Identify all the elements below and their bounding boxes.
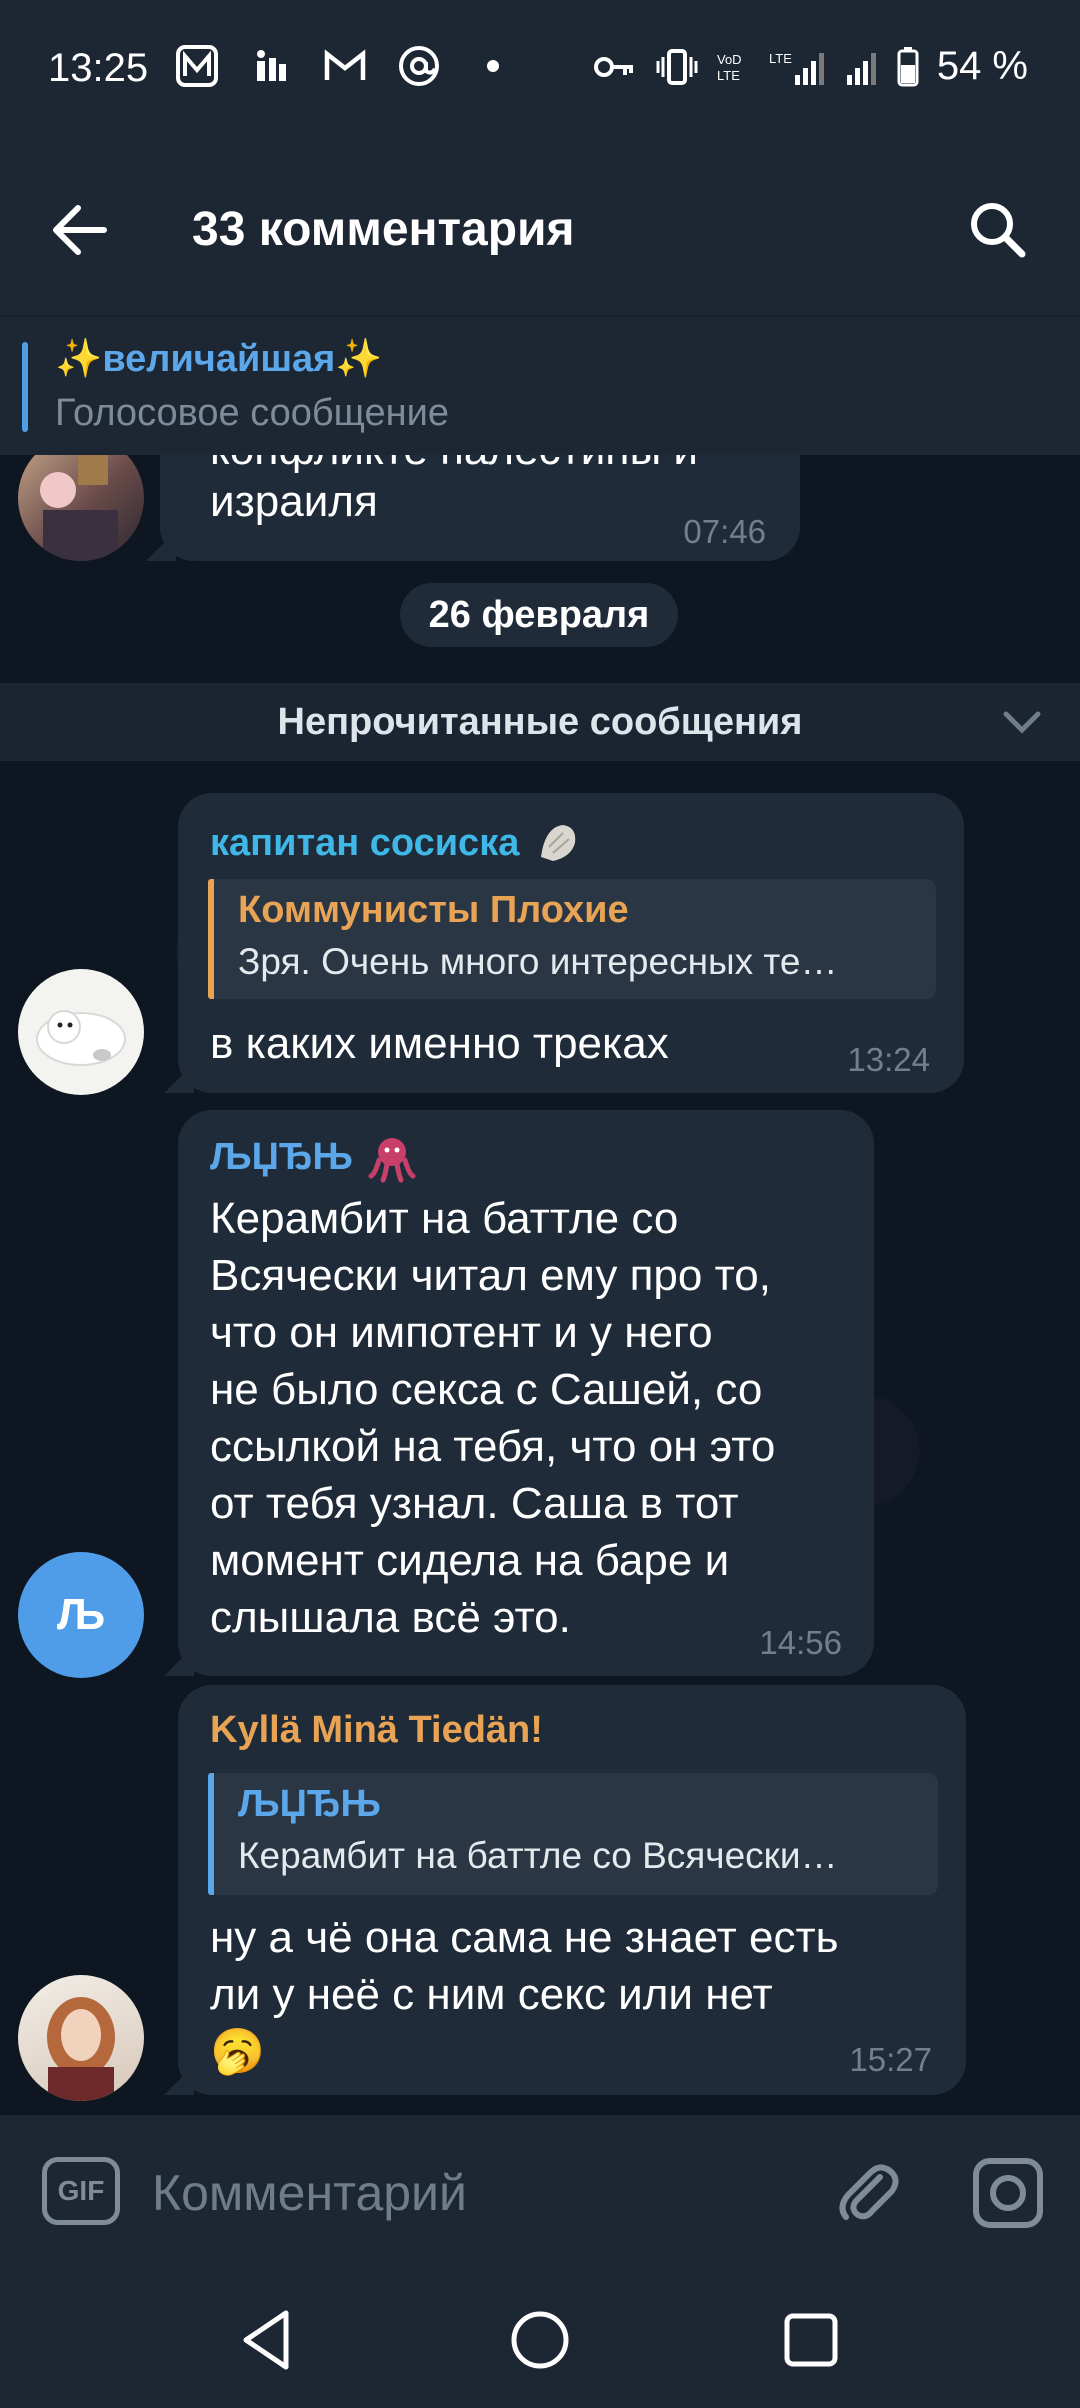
avatar[interactable] (18, 969, 144, 1095)
svg-text:LTE: LTE (769, 51, 792, 66)
system-icons: VoD LTE LTE 54 % (593, 44, 1028, 89)
pinned-message[interactable]: ✨величайшая✨ Голосовое сообщение (0, 315, 1080, 457)
nav-back-button[interactable] (234, 2305, 304, 2375)
octopus-emoji-icon (368, 1138, 416, 1183)
vpn-key-icon (593, 56, 633, 77)
search-button[interactable] (960, 192, 1040, 272)
message-line: момент сидела на баре и (210, 1536, 730, 1585)
svg-text:VoD: VoD (717, 52, 742, 67)
message-text: в каких именно треках (210, 1019, 669, 1068)
pinned-preview: Голосовое сообщение (55, 392, 449, 434)
reply-author: Коммунисты Плохие (238, 889, 629, 931)
sender-name[interactable]: ЉЏЂЊ (210, 1136, 353, 1179)
battery-icon (897, 46, 919, 86)
pinned-accent-bar (22, 342, 28, 432)
mail-at-icon (397, 44, 441, 88)
sender-row: капитан сосиска (210, 817, 585, 869)
message-time: 13:24 (847, 1041, 930, 1078)
paperclip-icon (839, 2164, 899, 2220)
volte-icon: VoDLTE (717, 52, 742, 83)
vibrate-icon (656, 48, 698, 85)
status-bar: 13:25 VoD LTE LTE 54 % (0, 0, 1080, 140)
reply-quote[interactable]: ЉЏЂЊ Керамбит на баттле со Всячески… (208, 1773, 938, 1895)
reply-author: ЉЏЂЊ (238, 1783, 381, 1825)
square-recents-icon (784, 2313, 838, 2367)
pinned-author: ✨величайшая✨ (55, 338, 383, 380)
metro-icon (175, 44, 219, 88)
back-button[interactable] (48, 200, 118, 260)
reply-quote[interactable]: Коммунисты Плохие Зря. Очень много интер… (208, 879, 936, 999)
reply-preview: Зря. Очень много интересных те… (238, 941, 838, 982)
message-bubble[interactable]: ЉЏЂЊ Керамбит на баттле со Всячески чита… (164, 1110, 874, 1676)
message-text-block: ну а чё она сама не знает есть ли у неё … (210, 1909, 839, 2080)
avatar[interactable] (18, 1975, 144, 2101)
message-time: 15:27 (849, 2041, 932, 2078)
avatar-initial: Љ (56, 1590, 106, 1639)
signal-icon-1: LTE (769, 51, 824, 85)
message-line: ли у неё с ним секс или нет (210, 1970, 773, 2019)
date-separator: 26 февраля (400, 583, 678, 647)
message-line: от тебя узнал. Саша в тот (210, 1479, 739, 1528)
status-time: 13:25 (48, 46, 149, 90)
unread-separator: Непрочитанные сообщения (0, 683, 1080, 761)
attach-button[interactable] (828, 2153, 908, 2233)
nav-recents-button[interactable] (776, 2305, 846, 2375)
message-line: Всячески читал ему про то, (210, 1251, 771, 1300)
svg-text:LTE: LTE (717, 68, 740, 83)
sticker-emoji-icon (541, 825, 576, 861)
arrow-back-icon (53, 205, 107, 255)
sender-name[interactable]: капитан сосиска (210, 822, 519, 865)
chat-area[interactable]: конфликте палестины и израиля 07:46 26 ф… (0, 455, 1080, 2115)
nav-home-button[interactable] (505, 2305, 575, 2375)
message-line: Керамбит на баттле со (210, 1194, 679, 1243)
sender-name[interactable]: Kyllä Minä Tiedän! (210, 1709, 543, 1752)
message-line: 🥱 (210, 2027, 265, 2076)
message-bubble[interactable]: капитан сосиска Коммунисты Плохие Зря. О… (164, 793, 964, 1093)
message-time: 07:46 (683, 513, 766, 550)
message-text: израиля (210, 477, 378, 526)
unread-label: Непрочитанные сообщения (277, 700, 803, 743)
gif-button[interactable]: GIF (42, 2157, 120, 2225)
comment-input[interactable] (150, 2157, 804, 2229)
gmail-icon (323, 44, 367, 88)
triangle-back-icon (243, 2310, 289, 2370)
message-line: не было секса с Сашей, со (210, 1365, 763, 1414)
app-icon (249, 44, 293, 88)
chevron-down-icon[interactable] (1002, 709, 1042, 735)
camera-icon (973, 2158, 1043, 2228)
search-icon (971, 203, 1026, 258)
battery-percent: 54 % (936, 44, 1028, 88)
avatar[interactable] (18, 455, 144, 561)
message-time: 14:56 (759, 1624, 842, 1661)
composer-bar: GIF (0, 2115, 1080, 2265)
page-title: 33 комментария (192, 203, 575, 256)
message-text-block: Керамбит на баттле со Всячески читал ему… (210, 1190, 775, 1646)
more-notifications-icon (471, 44, 515, 88)
message-bubble[interactable]: Kyllä Minä Tiedän! ЉЏЂЊ Керамбит на батт… (164, 1685, 966, 2095)
sender-row: ЉЏЂЊ (210, 1130, 419, 1184)
message-bubble[interactable]: конфликте палестины и израиля 07:46 (146, 455, 800, 561)
avatar[interactable]: Љ (18, 1552, 144, 1678)
signal-icon-2 (846, 52, 876, 85)
notification-icons (175, 44, 515, 88)
message-line: слышала всё это. (210, 1593, 571, 1642)
circle-home-icon (511, 2311, 569, 2369)
reply-preview: Керамбит на баттле со Всячески… (238, 1835, 838, 1876)
message-line: ну а чё она сама не знает есть (210, 1913, 839, 1962)
top-app-bar: 33 комментария (0, 140, 1080, 315)
camera-button[interactable] (970, 2155, 1046, 2231)
message-line: ссылкой на тебя, что он это (210, 1422, 776, 1471)
message-line: что он импотент и у него (210, 1308, 713, 1357)
system-nav-bar (0, 2265, 1080, 2408)
